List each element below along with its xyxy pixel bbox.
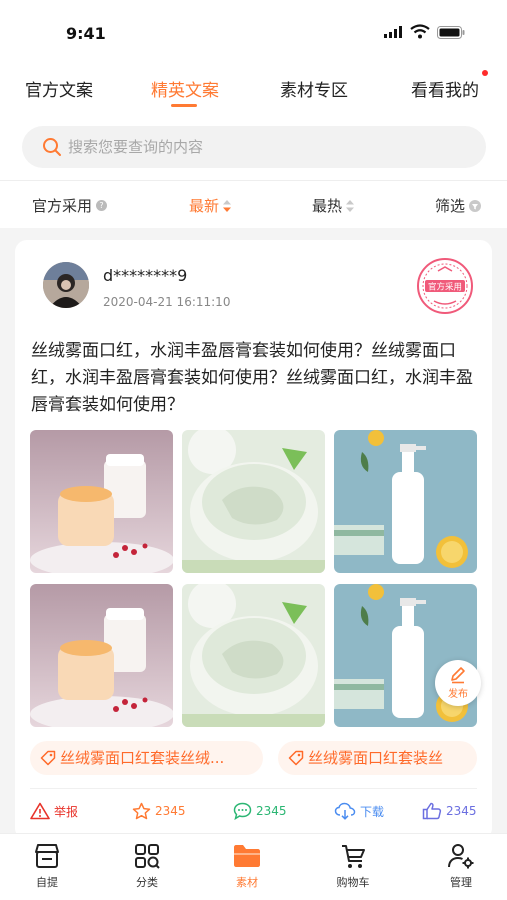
username: d********9 (103, 266, 188, 285)
product-tag[interactable]: 丝绒雾面口红套装丝 (278, 741, 477, 775)
filter-icon (469, 199, 482, 212)
tab-official[interactable]: 官方文案 (25, 76, 93, 101)
like-count: 2345 (446, 804, 477, 818)
tabbar-item-category[interactable]: 分类 (117, 842, 177, 890)
download-button[interactable]: 下载 (334, 802, 384, 820)
tabbar-item-materials[interactable]: 素材 (217, 842, 277, 890)
cloud-download-icon (334, 802, 356, 820)
status-time: 9:41 (66, 24, 106, 43)
tabbar-label: 购物车 (336, 876, 370, 889)
product-image-jar-cream[interactable] (30, 430, 173, 573)
star-icon (132, 802, 151, 820)
wifi-icon (410, 24, 430, 39)
category-icon (135, 844, 160, 869)
comment-icon (233, 802, 252, 820)
warning-icon (30, 802, 50, 820)
filter-latest[interactable]: 最新 (189, 195, 232, 216)
edit-icon (451, 667, 465, 684)
filter-official[interactable]: 官方采用 ? (32, 195, 108, 216)
tabbar-label: 自提 (36, 876, 58, 889)
product-tag-label: 丝绒雾面口红套装丝绒... (60, 749, 225, 767)
tab-mine[interactable]: 看看我的 (411, 76, 479, 101)
notification-dot (482, 70, 488, 76)
tag-icon (40, 750, 56, 766)
product-image-jar-cream[interactable] (30, 584, 173, 727)
tab-materials[interactable]: 素材专区 (280, 76, 348, 101)
report-button[interactable]: 举报 (30, 802, 78, 820)
tabbar-label: 素材 (236, 876, 258, 889)
help-icon: ? (96, 200, 108, 211)
signal-icon (384, 26, 402, 38)
avatar[interactable] (43, 262, 89, 308)
filter-hot-label: 最热 (312, 197, 343, 215)
user-settings-icon (448, 844, 474, 869)
thumbs-up-icon (422, 802, 442, 820)
filter-official-label: 官方采用 (32, 197, 93, 215)
filter-screen[interactable]: 筛选 (435, 195, 482, 216)
like-button[interactable]: 2345 (422, 802, 477, 820)
bottom-tab-bar: 自提 分类 素材 购物车 管理 (0, 833, 507, 900)
post-text: 丝绒雾面口红，水润丰盈唇膏套装如何使用？丝绒雾面口红，水润丰盈唇膏套装如何使用？… (31, 341, 473, 415)
search-area (0, 120, 507, 180)
comment-count: 2345 (256, 804, 287, 818)
tabbar-item-cart[interactable]: 购物车 (323, 842, 383, 890)
divider (30, 788, 477, 789)
sort-icon (346, 199, 355, 212)
product-tag[interactable]: 丝绒雾面口红套装丝绒... (30, 741, 263, 775)
favorite-count: 2345 (155, 804, 186, 818)
tab-elite[interactable]: 精英文案 (151, 76, 219, 101)
report-label: 举报 (54, 804, 79, 819)
cart-icon (342, 845, 365, 868)
tabbar-label: 管理 (450, 876, 472, 889)
battery-icon (437, 26, 465, 39)
store-icon (35, 844, 59, 868)
product-image-pump-bottle[interactable] (334, 430, 477, 573)
tabbar-item-pickup[interactable]: 自提 (17, 842, 77, 890)
search-input[interactable] (68, 126, 468, 168)
search-icon (43, 138, 61, 156)
publish-button[interactable]: 发布 (435, 660, 481, 706)
product-image-gel-jar[interactable] (182, 584, 325, 727)
top-tabs: 官方文案 精英文案 素材专区 看看我的 (0, 60, 507, 120)
filter-bar: 官方采用 ? 最新 最热 筛选 (0, 180, 507, 228)
post-card[interactable]: d********9 2020-04-21 16:11:10 官方采用 丝绒雾面… (15, 240, 492, 840)
filter-hot[interactable]: 最热 (312, 195, 355, 216)
tag-icon (288, 750, 304, 766)
product-image-gel-jar[interactable] (182, 430, 325, 573)
folder-icon (234, 845, 260, 867)
active-tab-indicator (171, 104, 197, 107)
post-time: 2020-04-21 16:11:10 (103, 295, 231, 309)
official-adopted-badge: 官方采用 (417, 258, 473, 314)
search-bar[interactable] (22, 126, 486, 168)
download-label: 下载 (360, 804, 385, 819)
sort-icon (223, 199, 232, 212)
status-bar: 9:41 (0, 0, 507, 60)
filter-screen-label: 筛选 (435, 197, 466, 215)
filter-latest-label: 最新 (189, 197, 220, 215)
tabbar-label: 分类 (136, 876, 158, 889)
publish-label: 发布 (448, 689, 468, 700)
favorite-button[interactable]: 2345 (132, 802, 186, 820)
badge-text: 官方采用 (428, 282, 462, 293)
comment-button[interactable]: 2345 (233, 802, 287, 820)
tabbar-item-manage[interactable]: 管理 (431, 842, 491, 890)
product-tag-label: 丝绒雾面口红套装丝 (308, 749, 444, 767)
